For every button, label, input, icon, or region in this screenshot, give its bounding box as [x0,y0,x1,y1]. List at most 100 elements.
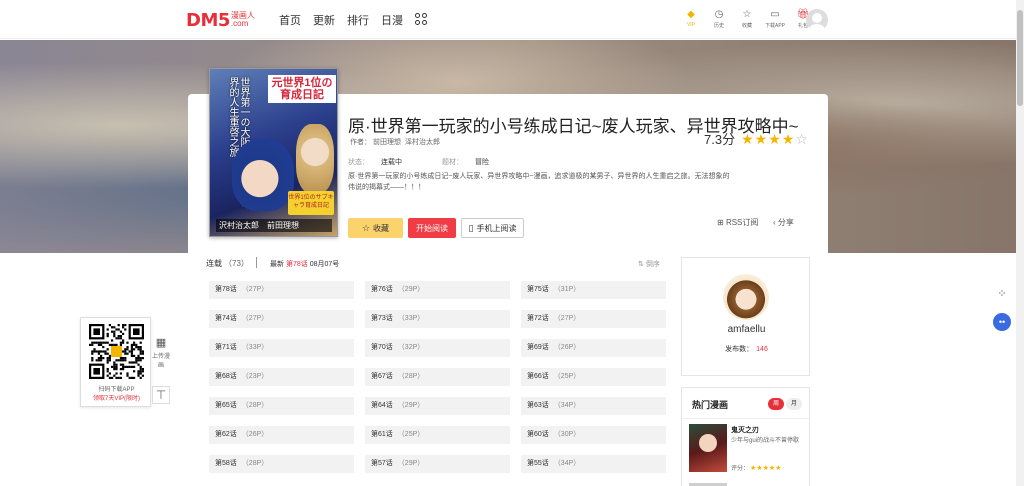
share-icon: ‹ [773,218,776,227]
genre-link[interactable]: 冒险 [475,157,489,167]
star-icon: ★ [754,130,768,147]
cover-character-main [232,139,294,211]
status-value: 连载中 [381,159,402,166]
latest-chapter-info: 最新 第78话 08月07号 [270,261,340,268]
chat-icon[interactable]: •• [993,313,1011,331]
top-navbar: DM5 漫画人 .com 首页 更新 排行 日漫 ◆ VIP ◷ 历史 ☆ 收藏 ▭ 下… [0,0,1024,39]
favorites-button[interactable]: ☆ 收藏 [736,8,758,29]
qr-promo[interactable]: 领取7天VIP(限时) [81,393,152,402]
chapter-item[interactable]: 第74话 （27P） [209,310,354,328]
sort-icon: ⇅ [638,261,644,268]
uploader-avatar[interactable] [723,274,769,320]
divider [256,257,257,268]
chapter-item[interactable]: 第75话 （31P） [521,281,666,299]
hot-tabs: 周 月 [768,398,802,410]
chapter-item[interactable]: 第69话 （26P） [521,339,666,357]
tab-month[interactable]: 月 [786,398,802,410]
chapter-item[interactable]: 第68话 （23P） [209,368,354,386]
logo-text: DM5 [186,10,230,31]
qr-code [89,324,144,379]
top-tools: ◆ VIP ◷ 历史 ☆ 收藏 ▭ 下载APP 🎁︎ 礼包 [680,8,816,29]
cover-title: 元世界1位の育成日記 [268,75,336,103]
right-float-tools: ⁘ •• [993,285,1011,341]
uploader-publish-count: 发布数： 146 [725,346,768,353]
divider [682,418,809,419]
chapter-item[interactable]: 第70话 （32P） [365,339,510,357]
back-to-top-button[interactable]: ⊤ [152,386,170,404]
qr-caption: 扫码下载APP [98,387,135,393]
monitor-icon: ▭ [770,9,780,20]
chapter-item[interactable]: 第71话 （33P） [209,339,354,357]
comic-cover[interactable]: 元世界1位の育成日記 世界第一の大阪ゲーマー異世界的人生重啓之旅 世界1位のサブ… [209,68,338,237]
chapter-item[interactable]: 第61话 （25P） [365,426,510,444]
sort-button[interactable]: ⇅ 倒序 [638,259,660,269]
collect-button[interactable]: ☆ 收藏 [348,218,403,238]
chapter-item[interactable]: 第67话 （28P） [365,368,510,386]
cover-authors: 沢村治太郎 前田理想 [216,219,332,232]
chapter-item[interactable]: 第78话 （27P） [209,281,354,299]
user-avatar[interactable] [806,9,828,31]
read-on-mobile-button[interactable]: ▯ 手机上阅读 [461,218,524,238]
latest-chapter-link[interactable]: 第78话 [286,261,308,268]
chapter-item[interactable]: 第57话 （29P） [365,455,510,473]
chapter-item[interactable]: 第55话 （34P） [521,455,666,473]
site-logo[interactable]: DM5 漫画人 .com [186,9,255,31]
chapter-item[interactable]: 第63话 （34P） [521,397,666,415]
rating-stars: ★ ★ ★ ★ ☆ [741,132,808,146]
chapter-item[interactable]: 第62话 （26P） [209,426,354,444]
author-link[interactable]: 泽村治太郎 [405,139,440,146]
nav-home[interactable]: 首页 [279,12,301,28]
qr-toggle-button[interactable]: ▦ [152,335,170,351]
clock-icon: ◷ [714,9,724,20]
hot-comics-panel: 热门漫画 周 月 鬼灭之刃 少年与gui的战斗不曾停歇 评分： ★★★★★ [681,387,810,486]
hot-comic-name[interactable]: 鬼灭之刃 [731,425,759,435]
rss-subscribe[interactable]: ⊞ RSS订阅 [717,217,758,228]
diamond-icon: ◆ [687,9,695,20]
apps-grid-icon[interactable]: ⁘ [993,285,1011,303]
cover-badge: 世界1位のサブキャラ育成日記 [288,191,334,215]
chapter-item[interactable]: 第72话 （27P） [521,310,666,328]
side-tools: ▦ 上传漫画 [152,335,170,369]
rss-icon: ⊞ [717,218,724,227]
nav-rank[interactable]: 排行 [347,12,369,28]
uploader-name[interactable]: amfaellu [682,324,811,335]
author-link[interactable]: 前田理想 [373,139,401,146]
star-icon: ★ [781,130,795,147]
category-grid-icon[interactable] [415,13,427,25]
star-icon: ★ [768,130,781,147]
uploader-card: amfaellu 发布数： 146 [681,257,810,376]
status-line: 状态： 连载中 题材： 冒险 [348,157,489,167]
hot-comics-title: 热门漫画 [692,400,729,410]
star-icon: ☆ [742,9,752,20]
download-app-button[interactable]: ▭ 下载APP [764,8,786,29]
chapter-item[interactable]: 第65话 （28P） [209,397,354,415]
tab-week[interactable]: 周 [768,398,784,410]
scrollbar[interactable] [1016,0,1024,486]
chapter-item[interactable]: 第76话 （29P） [365,281,510,299]
app-qr-panel: 扫码下载APP 领取7天VIP(限时) [80,317,151,407]
qr-icon: ▦ [155,337,167,349]
chapter-tab-serial[interactable]: 连载 （73） [206,258,249,269]
chapter-list-header: 连载 （73） 最新 第78话 08月07号 ⇅ 倒序 [206,257,666,272]
star-outline-icon: ☆ [361,222,371,233]
chapter-item[interactable]: 第58话 （28P） [209,455,354,473]
chapter-item[interactable]: 第73话 （33P） [365,310,510,328]
nav-update[interactable]: 更新 [313,12,335,28]
author-line: 作者： 前田理想 泽村治太郎 [350,139,440,146]
start-reading-button[interactable]: 开始阅读 [408,218,456,238]
share-button[interactable]: ‹ 分享 [773,217,794,228]
chapter-grid: 第78话 （27P） 第76话 （29P） 第75话 （31P） 第74话 （27P） 第73话… [209,281,666,473]
score-row: 7.3分 ★ ★ ★ ★ ☆ [704,129,808,148]
logo-subtext: 漫画人 .com [230,11,255,28]
score-value: 7.3分 [704,132,736,147]
chapter-item[interactable]: 第60话 （30P） [521,426,666,444]
hot-comic-cover[interactable] [689,424,727,472]
vip-button[interactable]: ◆ VIP [680,8,702,29]
chapter-item[interactable]: 第64话 （29P） [365,397,510,415]
history-button[interactable]: ◷ 历史 [708,8,730,29]
upload-manga-button[interactable]: 上传漫画 [152,351,170,369]
nav-japanese-manga[interactable]: 日漫 [381,12,403,28]
scroll-thumb[interactable] [1017,10,1023,106]
chapter-item[interactable]: 第66话 （25P） [521,368,666,386]
main-nav: 首页 更新 排行 日漫 [279,12,427,28]
